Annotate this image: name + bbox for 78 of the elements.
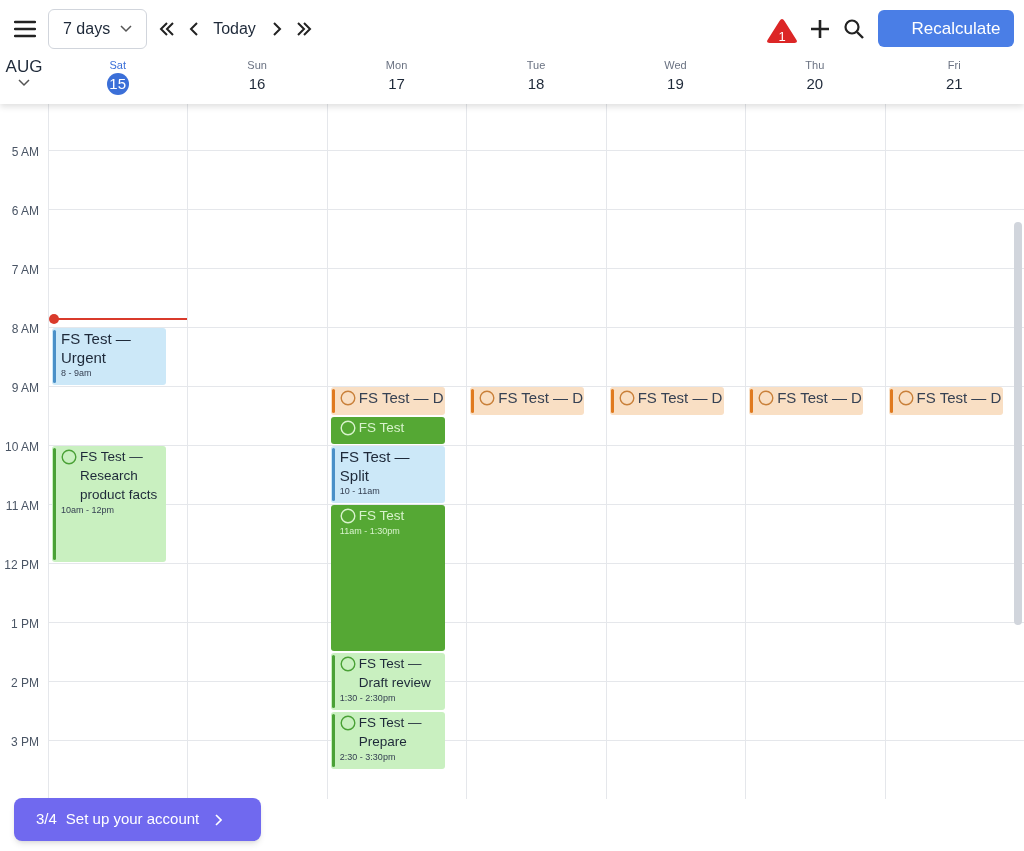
event-card[interactable]: FS Test — D [609,387,724,415]
chevron-down-icon[interactable] [18,79,30,87]
event-time: 8 - 9am [61,367,93,380]
event-title: FS Test — Research product facts [80,448,159,504]
weekday-label: Thu [805,58,825,72]
event-title: FS Test — Split [339,447,411,485]
weekday-label: Wed [664,58,687,72]
circle-icon[interactable] [339,714,356,731]
event-time: 10am - 12pm [61,504,116,517]
hour-label: 2 PM [11,675,39,692]
hour-label: 8 AM [11,321,39,338]
event-title: FS Test — D [777,388,862,407]
add-icon[interactable] [810,18,830,39]
hour-label: 6 AM [11,203,39,220]
event-title: FS Test — D [498,388,584,407]
event-card[interactable]: FS Test — Draft review 1:30 - 2:30pm [330,652,445,710]
circle-icon[interactable] [618,390,635,406]
chevron-down-icon [120,24,133,33]
event-card[interactable]: FS Test — Urgent 8 - 9am [52,328,166,385]
event-time: 11am - 1:30pm [339,525,401,538]
event-card[interactable]: FS Test — D [749,387,864,415]
circle-icon[interactable] [758,390,775,406]
warning-icon[interactable]: 1 [766,17,798,44]
event-time: 1:30 - 2:30pm [339,691,397,705]
setup-account-button[interactable]: 3/4 Set up your account [14,798,261,841]
month-label: AUG [5,57,43,77]
date-label[interactable]: 21 [945,73,963,95]
date-label[interactable]: 18 [527,73,545,95]
weekday-label: Sat [109,58,126,72]
hour-label: 3 PM [11,734,39,751]
event-title: FS Test [358,418,405,437]
circle-icon[interactable] [61,449,77,465]
event-title: FS Test [358,507,405,525]
weekday-label: Mon [385,58,408,72]
today-button[interactable]: Today [213,16,256,41]
event-title: FS Test — D [358,388,444,407]
event-time: 2:30 - 3:30pm [339,750,397,764]
date-label[interactable]: 16 [248,73,266,95]
fast-forward-icon[interactable] [295,21,312,36]
hour-label: 11 AM [5,498,39,515]
hour-label: 9 AM [11,380,39,397]
date-label[interactable]: 20 [806,73,824,95]
recalculate-button[interactable]: Recalculate [878,10,1014,47]
hour-label: 10 AM [4,439,39,456]
weekday-label: Fri [947,58,961,72]
circle-icon[interactable] [339,390,356,406]
circle-icon[interactable] [897,390,914,406]
event-card[interactable]: FS Test — D [888,387,1003,415]
event-title: FS Test — Urgent [61,329,132,367]
search-icon[interactable] [844,18,864,39]
date-label[interactable]: 17 [388,73,405,95]
hour-label: 5 AM [11,144,39,161]
weekday-label: Tue [526,58,546,72]
date-label[interactable]: 19 [667,73,684,95]
event-title: FS Test — Prepare [358,713,423,751]
menu-icon[interactable] [14,19,36,38]
event-title: FS Test — D [637,388,723,407]
event-time: 10 - 11am [339,485,381,498]
fast-back-icon[interactable] [159,21,176,36]
chevron-right-icon [214,813,223,826]
hour-label: 1 PM [11,616,39,633]
forward-icon[interactable] [271,21,282,36]
hour-label: 12 PM [4,557,39,574]
circle-icon[interactable] [339,655,356,672]
event-card[interactable]: FS Test — Research product facts 10am - 12pm [52,446,166,562]
weekday-label: Sun [247,58,267,72]
range-dropdown[interactable]: 7 days [48,8,148,49]
event-title: FS Test — Draft review [358,654,432,692]
hour-label: 7 AM [11,262,39,279]
circle-icon[interactable] [479,390,496,406]
event-card[interactable]: FS Test — D [470,387,585,415]
event-card[interactable]: FS Test — Split 10 - 11am [330,446,445,503]
event-title: FS Test — D [916,388,1002,407]
event-card[interactable]: FS Test — D [330,387,445,415]
event-card[interactable]: FS Test — Prepare 2:30 - 3:30pm [330,711,445,769]
back-icon[interactable] [189,21,200,36]
scrollbar[interactable] [1014,222,1022,625]
date-label[interactable]: 15 [106,73,129,95]
